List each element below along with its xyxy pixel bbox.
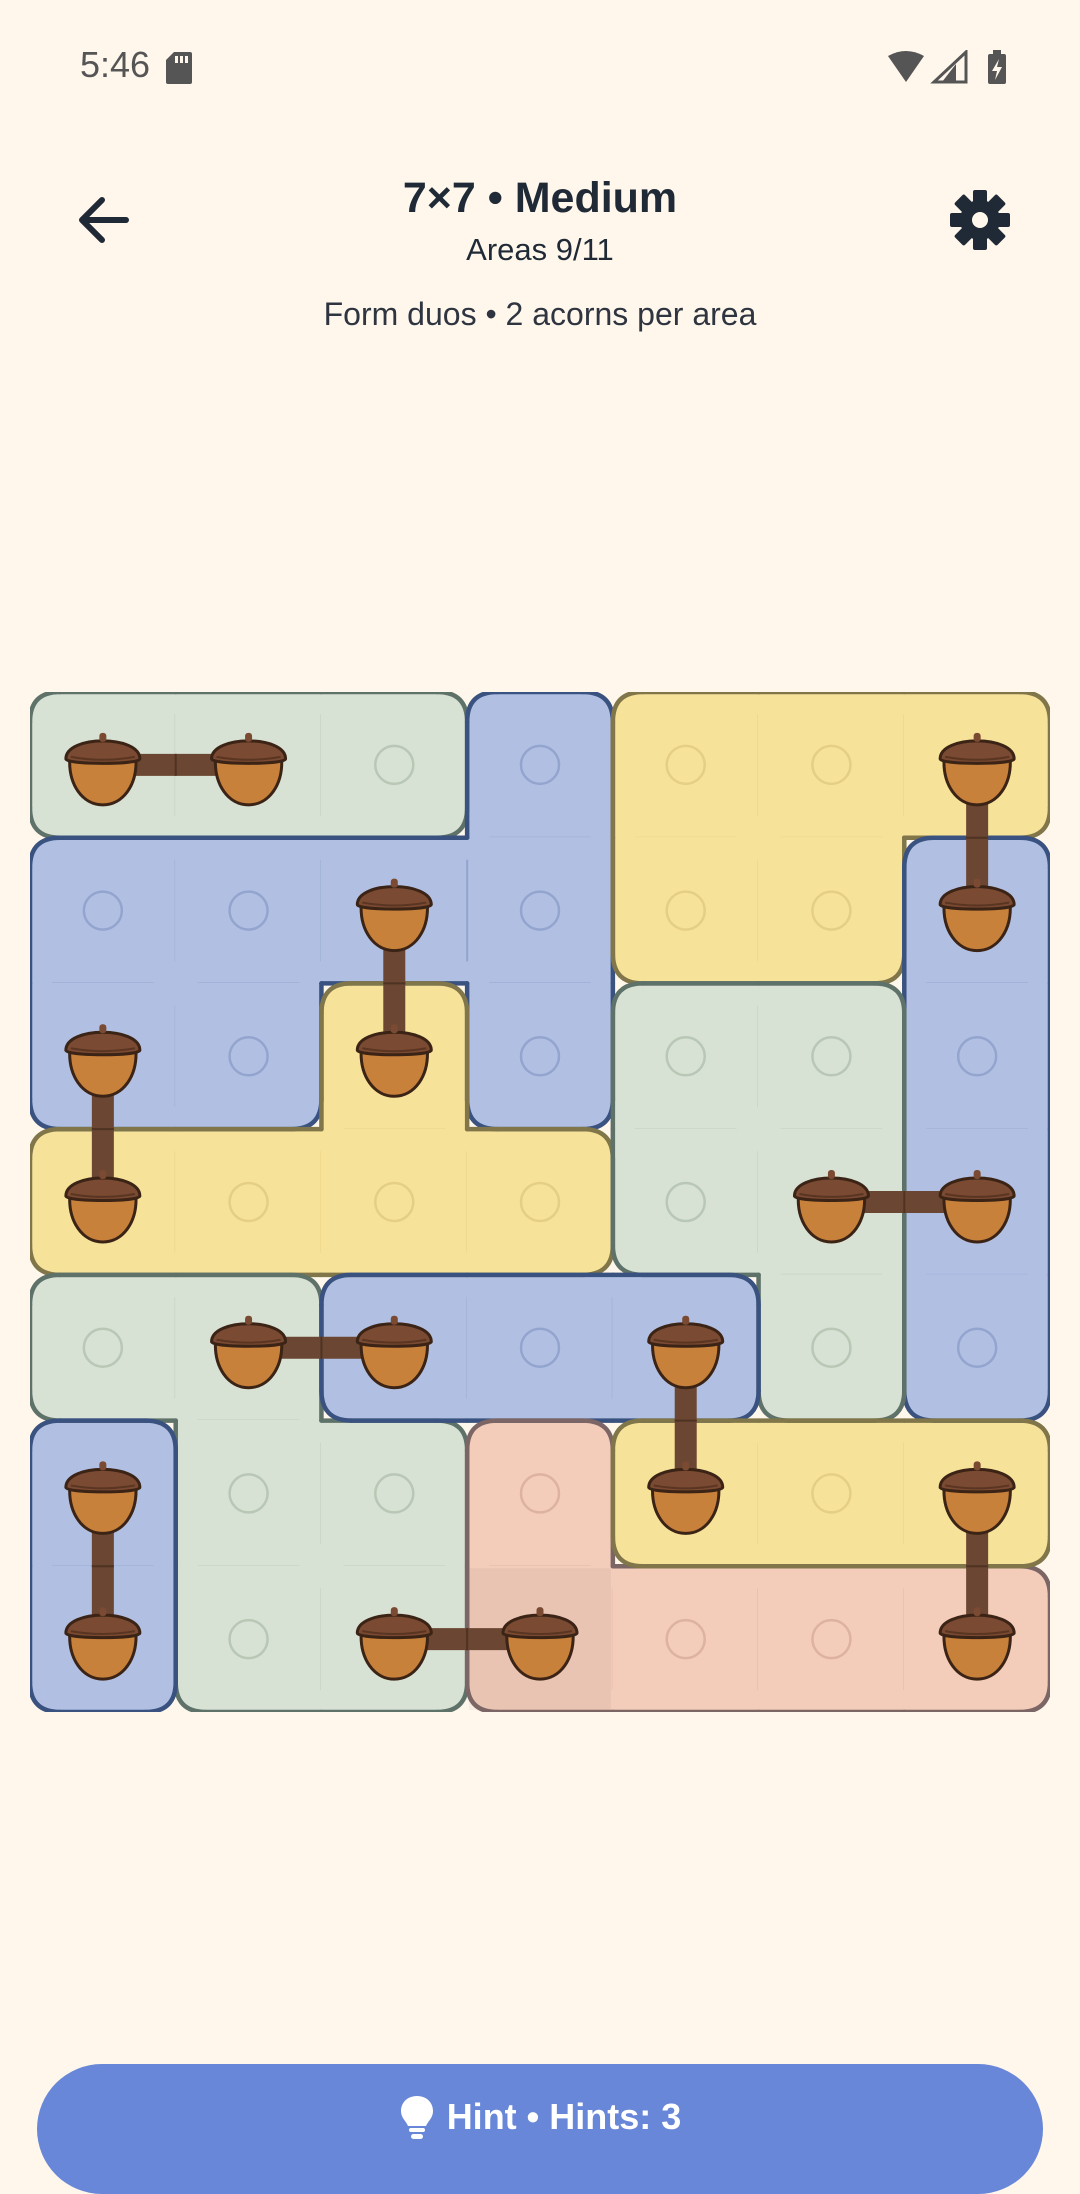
signal-icon <box>930 50 968 84</box>
board-cell[interactable] <box>757 1419 905 1567</box>
board-cell[interactable] <box>175 982 323 1130</box>
board-cell[interactable] <box>175 1128 323 1276</box>
instructions-text: Form duos • 2 acorns per area <box>323 296 757 332</box>
board-cell[interactable] <box>466 1274 614 1422</box>
board-cell[interactable] <box>612 1128 760 1276</box>
status-icons <box>888 50 1006 84</box>
board-cell[interactable] <box>757 837 905 985</box>
puzzle-board[interactable] <box>30 692 1050 1712</box>
wifi-icon <box>888 51 924 82</box>
lightbulb-icon <box>400 2096 433 2139</box>
hint-button[interactable]: Hint • Hints: 3 <box>37 2064 1043 2194</box>
board-cell[interactable] <box>466 1128 614 1276</box>
board-cell[interactable] <box>175 837 323 985</box>
board-cell[interactable] <box>466 837 614 985</box>
board-cell[interactable] <box>612 837 760 985</box>
sd-card-icon <box>166 52 192 84</box>
board-cell[interactable] <box>612 692 760 839</box>
areas-progress: Areas 9/11 <box>466 232 614 267</box>
board-cell[interactable] <box>320 1128 468 1276</box>
board-cell[interactable] <box>320 1419 468 1567</box>
gear-icon <box>950 190 1010 250</box>
settings-button[interactable] <box>942 182 1018 258</box>
board-cell[interactable] <box>175 1565 323 1712</box>
status-time: 5:46 <box>80 44 151 85</box>
board-cell[interactable] <box>175 1419 323 1567</box>
board-cell[interactable] <box>903 982 1050 1130</box>
hint-label: Hint • Hints: 3 <box>446 2096 682 2137</box>
board-cell[interactable] <box>466 1419 614 1567</box>
board-cell[interactable] <box>757 1565 905 1712</box>
board-cell[interactable] <box>612 982 760 1130</box>
board-cell[interactable] <box>757 1274 905 1422</box>
board-cell[interactable] <box>757 692 905 839</box>
board-cell[interactable] <box>903 1274 1050 1422</box>
board-cell[interactable] <box>30 1274 177 1422</box>
board-cell[interactable] <box>30 837 177 985</box>
board-cell[interactable] <box>320 692 468 839</box>
board-cell[interactable] <box>466 692 614 839</box>
board-cell[interactable] <box>612 1565 760 1712</box>
board-cell[interactable] <box>757 982 905 1130</box>
battery-icon <box>988 50 1006 84</box>
board-cell[interactable] <box>466 982 614 1130</box>
page-title: 7×7 • Medium <box>402 174 678 222</box>
